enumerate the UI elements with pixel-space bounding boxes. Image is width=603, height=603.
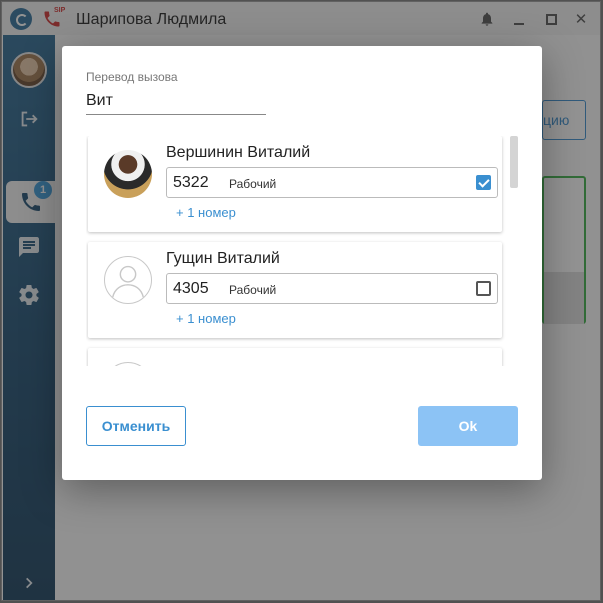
list-scrollbar[interactable] — [510, 136, 518, 188]
phone-checkbox[interactable] — [476, 175, 491, 190]
phone-type: Рабочий — [229, 177, 277, 191]
contact-card: Гущин Виталий 4305 Рабочий + 1 номер — [88, 242, 502, 338]
phone-number: 5322 — [173, 174, 209, 191]
more-numbers-link[interactable]: + 1 номер — [176, 311, 236, 326]
phone-number: 4305 — [173, 280, 209, 297]
phone-option[interactable]: 5322 Рабочий — [166, 167, 498, 198]
ok-button[interactable]: Ok — [418, 406, 518, 446]
phone-option[interactable]: 4305 Рабочий — [166, 273, 498, 304]
default-avatar-icon — [104, 362, 152, 366]
phone-type: Рабочий — [229, 283, 277, 297]
cancel-button[interactable]: Отменить — [86, 406, 186, 446]
more-numbers-link[interactable]: + 1 номер — [176, 205, 236, 220]
phone-checkbox[interactable] — [476, 281, 491, 296]
contact-card: Вершинин Виталий 5322 Рабочий + 1 номер — [88, 136, 502, 232]
contact-card — [88, 348, 502, 366]
transfer-search-input[interactable] — [86, 88, 266, 115]
contact-list: Вершинин Виталий 5322 Рабочий + 1 номер … — [86, 136, 518, 366]
contact-photo — [104, 150, 152, 198]
contact-name: Вершинин Виталий — [166, 144, 311, 161]
transfer-call-dialog: Перевод вызова Вершинин Виталий 5322 Раб… — [62, 46, 542, 480]
contact-name: Гущин Виталий — [166, 250, 280, 267]
default-avatar-icon — [104, 256, 152, 304]
transfer-field-label: Перевод вызова — [86, 70, 178, 84]
